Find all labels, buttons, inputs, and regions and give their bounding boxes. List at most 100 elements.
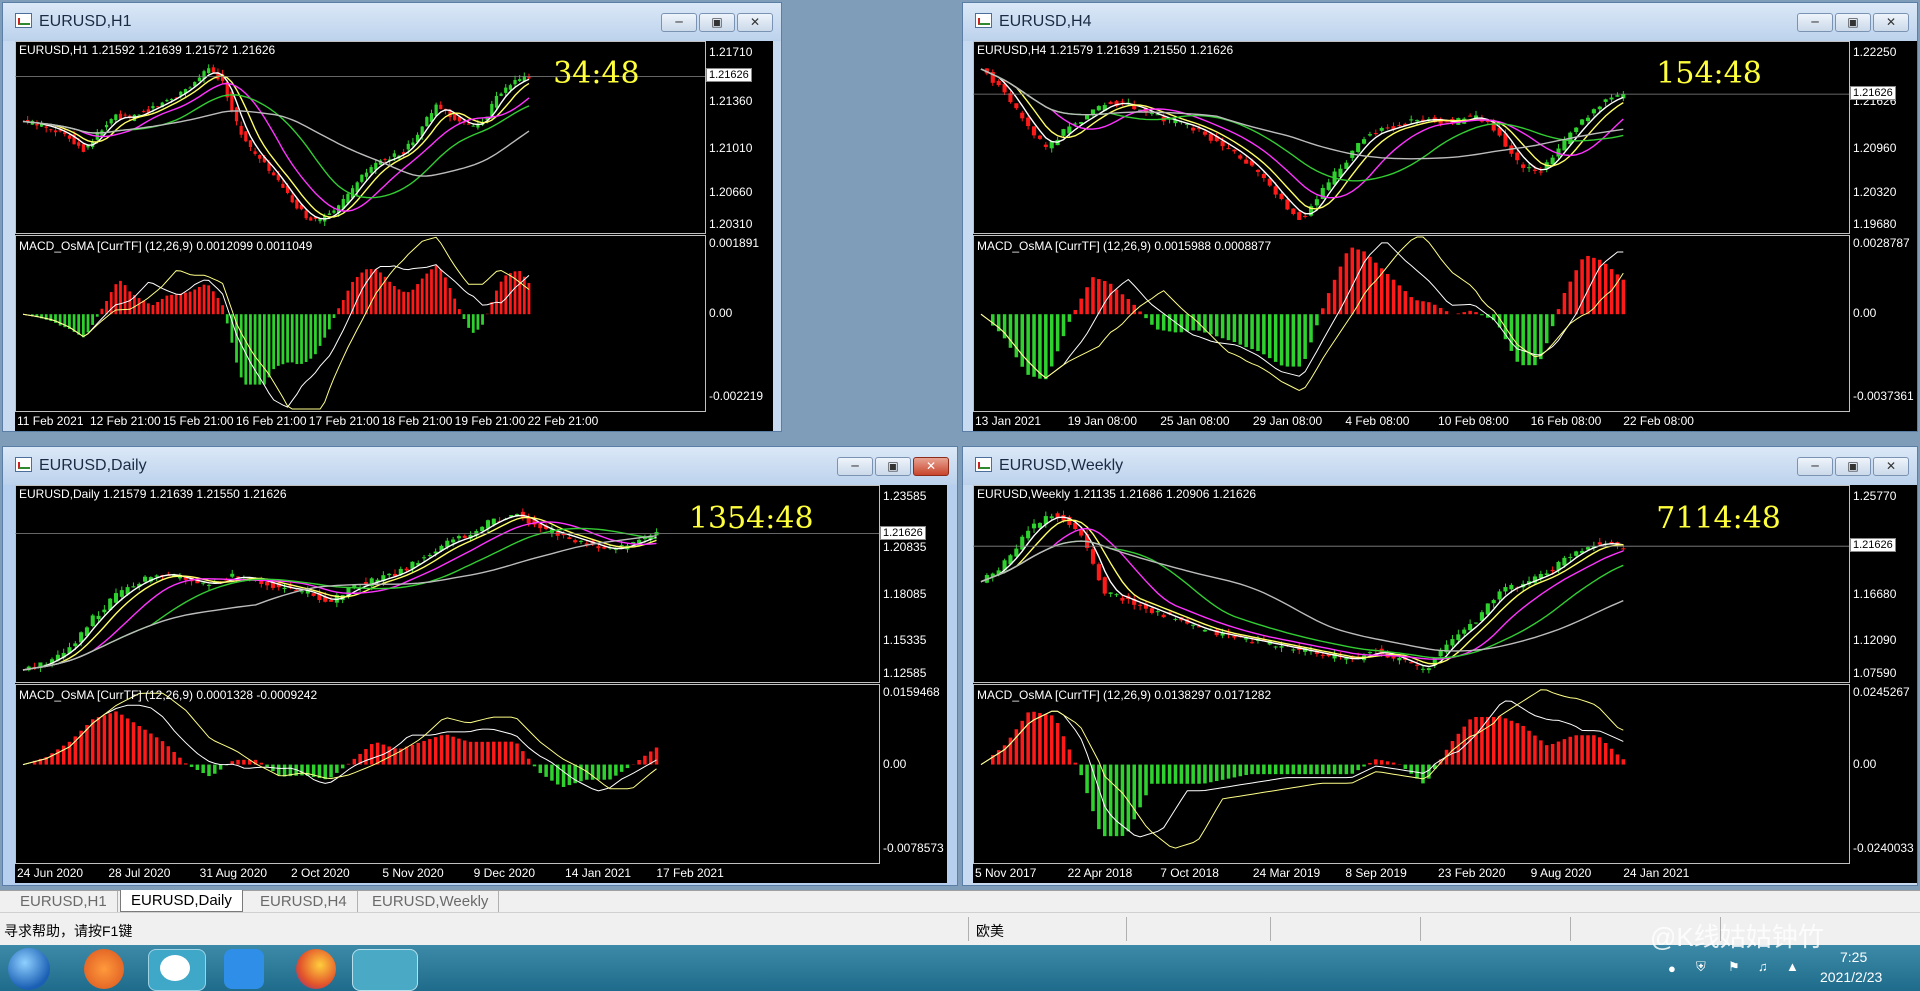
macd-bar [355, 276, 359, 315]
chart-window-daily[interactable]: EURUSD,Daily ─ ▣ ✕ EURUSD,Daily 1.21579 … [2, 446, 958, 886]
macd-bar [146, 303, 150, 315]
macd-bar [1586, 255, 1590, 315]
chart-area[interactable]: EURUSD,Daily 1.21579 1.21639 1.21550 1.2… [15, 485, 947, 883]
candle-body [1497, 591, 1502, 600]
macd-bar [1167, 764, 1172, 784]
maximize-button[interactable]: ▣ [1835, 13, 1871, 32]
candle-body [451, 539, 456, 543]
bar-countdown-timer: 7114:48 [1656, 500, 1781, 536]
current-price-tag: 1.21626 [1850, 538, 1896, 553]
macd-bar [1515, 723, 1520, 765]
macd-bar [1085, 287, 1089, 315]
chart-area[interactable]: EURUSD,H4 1.21579 1.21639 1.21550 1.2162… [973, 41, 1917, 431]
candle-body [1297, 212, 1302, 220]
macd-bar [1474, 312, 1478, 315]
app-orange-icon[interactable] [84, 949, 124, 989]
macd-bar [125, 718, 130, 765]
tab-eurusd-h4[interactable]: EURUSD,H4 [250, 891, 358, 912]
macd-bar [1014, 314, 1019, 358]
macd-bar [184, 763, 188, 765]
candle-body [1420, 668, 1426, 670]
macd-bar [1085, 764, 1089, 794]
candle-body [1532, 169, 1538, 171]
maximize-button[interactable]: ▣ [1835, 457, 1871, 476]
macd-bar [1539, 314, 1543, 360]
chart-area[interactable]: EURUSD,H1 1.21592 1.21639 1.21572 1.2162… [15, 41, 773, 431]
macd-bar [1250, 314, 1254, 350]
profile-name[interactable]: 欧美 [976, 921, 1004, 941]
chart-info-label: EURUSD,Weekly 1.21135 1.21686 1.20906 1.… [977, 487, 1257, 501]
firefox-icon[interactable] [296, 949, 336, 989]
candle-body [1385, 127, 1390, 129]
moving-average-line [980, 516, 1624, 668]
close-button[interactable]: ✕ [737, 13, 773, 32]
close-button[interactable]: ✕ [1873, 457, 1909, 476]
macd-bar [188, 291, 192, 315]
network-icon[interactable]: ● [1668, 961, 1676, 976]
minimize-button[interactable]: ─ [1797, 457, 1833, 476]
trading-app-icon[interactable] [352, 949, 418, 991]
candle-body [1456, 634, 1461, 641]
macd-bar [1497, 716, 1502, 765]
window-titlebar[interactable]: EURUSD,Daily ─ ▣ ✕ [3, 447, 957, 485]
macd-bar [1008, 314, 1013, 348]
macd-bar [174, 294, 178, 315]
chart-area[interactable]: EURUSD,Weekly 1.21135 1.21686 1.20906 1.… [973, 485, 1917, 883]
minimize-button[interactable]: ─ [1797, 13, 1833, 32]
candle-body [427, 554, 432, 557]
candle-body [188, 87, 192, 89]
start-button[interactable] [8, 948, 50, 990]
tab-eurusd-weekly[interactable]: EURUSD,Weekly [362, 891, 500, 912]
minimize-button[interactable]: ─ [837, 457, 873, 476]
flag-icon[interactable]: ⚑ [1728, 959, 1740, 975]
macd-bar [1038, 712, 1042, 765]
date-axis-tick: 10 Feb 08:00 [1438, 414, 1509, 428]
shield-icon[interactable]: ⛨ [1696, 959, 1706, 975]
macd-info-label: MACD_OsMA [CurrTF] (12,26,9) 0.0012099 0… [19, 239, 313, 253]
close-button[interactable]: ✕ [1873, 13, 1909, 32]
macd-bar [100, 308, 104, 315]
macd-bar [521, 751, 525, 765]
macd-axis-tick: 0.00 [883, 756, 907, 771]
minimize-button[interactable]: ─ [661, 13, 697, 32]
clock-time[interactable]: 7:25 [1840, 949, 1867, 965]
macd-bar [128, 291, 132, 315]
close-button[interactable]: ✕ [913, 457, 949, 476]
macd-axis-tick: -0.0078573 [883, 840, 944, 855]
macd-bar [91, 314, 95, 325]
macd-bar [1615, 754, 1620, 765]
macd-bar [91, 719, 95, 765]
window-titlebar[interactable]: EURUSD,H1 ─ ▣ ✕ [3, 3, 781, 41]
macd-bar [1097, 764, 1101, 830]
tab-eurusd-h1[interactable]: EURUSD,H1 [10, 891, 118, 912]
macd-bar [1055, 314, 1060, 352]
macd-bar [1592, 257, 1596, 315]
candle-body [466, 123, 471, 125]
candle-body [1250, 642, 1255, 644]
macd-bar [1091, 277, 1095, 315]
price-axis-tick: 1.23585 [883, 488, 927, 503]
chart-window-h4[interactable]: EURUSD,H4 ─ ▣ ✕ EURUSD,H4 1.21579 1.2163… [962, 2, 1918, 432]
macd-bar [335, 764, 339, 773]
macd-bar [1421, 301, 1425, 315]
maximize-button[interactable]: ▣ [699, 13, 735, 32]
date-axis-tick: 29 Jan 08:00 [1252, 414, 1323, 428]
window-titlebar[interactable]: EURUSD,H4 ─ ▣ ✕ [963, 3, 1917, 41]
volume-icon[interactable]: ♫ [1758, 959, 1768, 974]
maximize-button[interactable]: ▣ [875, 457, 911, 476]
tab-eurusd-daily[interactable]: EURUSD,Daily [120, 890, 243, 912]
macd-bar [1214, 764, 1219, 782]
chart-window-h1[interactable]: EURUSD,H1 ─ ▣ ✕ EURUSD,H1 1.21592 1.2163… [2, 2, 782, 432]
candle-body [1238, 155, 1243, 159]
macd-bar [453, 298, 457, 315]
price-axis-tick: 1.20960 [1853, 140, 1897, 155]
pen-app-icon[interactable] [224, 949, 264, 989]
window-titlebar[interactable]: EURUSD,Weekly ─ ▣ ✕ [963, 447, 1917, 485]
signal-icon[interactable]: ▲ [1786, 959, 1799, 974]
chart-window-weekly[interactable]: EURUSD,Weekly ─ ▣ ✕ EURUSD,Weekly 1.2113… [962, 446, 1918, 886]
macd-bar [151, 304, 155, 315]
macd-bar [654, 747, 659, 765]
bar-countdown-timer: 34:48 [553, 56, 640, 92]
clock-date[interactable]: 2021/2/23 [1820, 969, 1882, 985]
macd-bar [1079, 764, 1083, 776]
